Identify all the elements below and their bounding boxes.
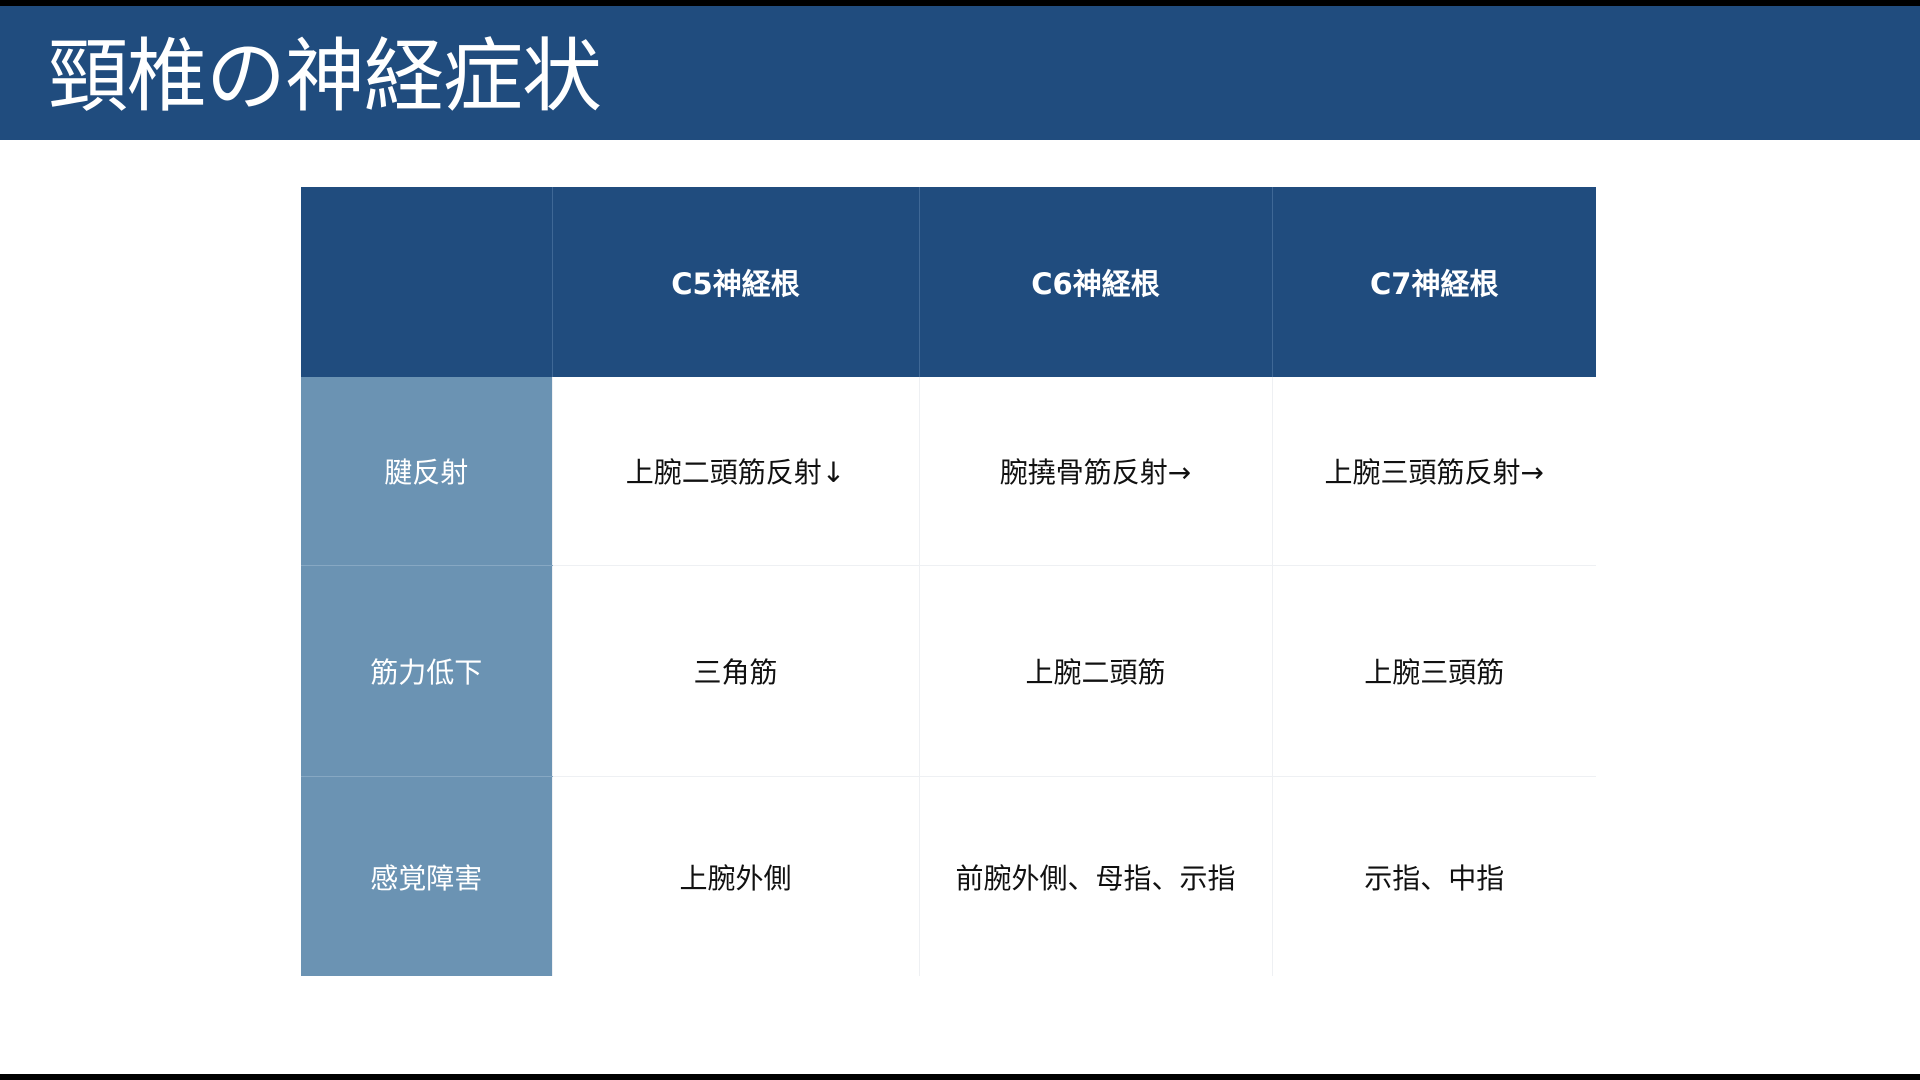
table-row-reflex: 腱反射 上腕二頭筋反射↓ 腕撓骨筋反射→ 上腕三頭筋反射→ <box>301 377 1596 566</box>
row-label-reflex: 腱反射 <box>301 377 552 566</box>
row-label-sensory: 感覚障害 <box>301 776 552 976</box>
column-header-c6: C6神経根 <box>918 187 1272 377</box>
table-corner-cell <box>301 187 552 377</box>
table-cell: 上腕二頭筋反射↓ <box>551 377 919 566</box>
table-row-weakness: 筋力低下 三角筋 上腕二頭筋 上腕三頭筋 <box>301 565 1596 777</box>
column-header-c5: C5神経根 <box>551 187 919 377</box>
table-cell: 上腕三頭筋 <box>1271 565 1596 777</box>
nerve-root-table: C5神経根 C6神経根 C7神経根 腱反射 上腕二頭筋反射↓ 腕撓骨筋反射→ 上… <box>301 187 1596 976</box>
table-cell: 上腕三頭筋反射→ <box>1271 377 1596 566</box>
title-banner: 頸椎の神経症状 <box>0 6 1920 140</box>
slide-title: 頸椎の神経症状 <box>48 30 602 123</box>
table-cell: 三角筋 <box>551 565 919 777</box>
table-row-sensory: 感覚障害 上腕外側 前腕外側、母指、示指 示指、中指 <box>301 776 1596 976</box>
column-header-c7: C7神経根 <box>1271 187 1596 377</box>
table-cell: 上腕外側 <box>551 776 919 976</box>
table-cell: 示指、中指 <box>1271 776 1596 976</box>
row-label-weakness: 筋力低下 <box>301 565 552 777</box>
table-cell: 前腕外側、母指、示指 <box>918 776 1272 976</box>
slide: 頸椎の神経症状 C5神経根 C6神経根 C7神経根 腱反射 上腕二頭筋反射↓ 腕… <box>0 0 1920 1080</box>
table-header-row: C5神経根 C6神経根 C7神経根 <box>301 187 1596 377</box>
bottom-border <box>0 1074 1920 1080</box>
table-cell: 上腕二頭筋 <box>918 565 1272 777</box>
table-cell: 腕撓骨筋反射→ <box>918 377 1272 566</box>
